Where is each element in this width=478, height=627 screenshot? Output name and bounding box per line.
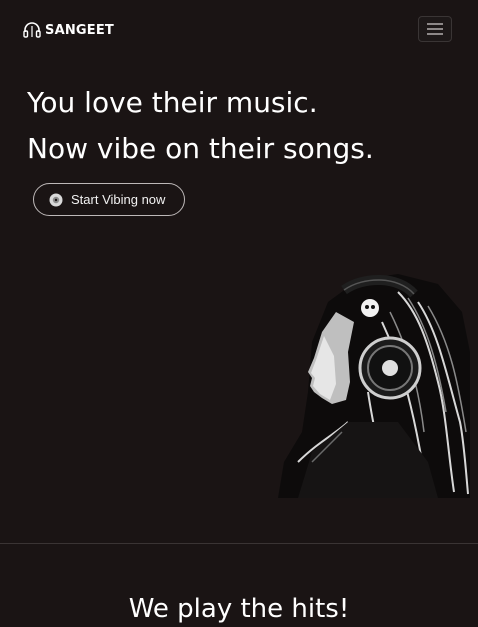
headphones-icon [23,22,41,38]
section-divider [0,543,478,544]
hero-title-line-1: You love their music. [27,86,318,119]
menu-toggle-button[interactable] [418,16,452,42]
brand-name: SANGEET [45,22,115,38]
section-title: We play the hits! [128,594,350,624]
start-vibing-label: Start Vibing now [71,192,166,207]
hero-title-line-2: Now vibe on their songs. [27,132,374,165]
start-vibing-button[interactable]: Start Vibing now [33,183,185,216]
hero-title: You love their music. Now vibe on their … [27,80,374,172]
hamburger-icon [427,23,443,35]
navbar: SANGEET [0,0,478,60]
disc-icon [49,193,63,206]
brand-link[interactable]: SANGEET [22,20,114,40]
woman-with-headphones-photo [278,274,470,498]
